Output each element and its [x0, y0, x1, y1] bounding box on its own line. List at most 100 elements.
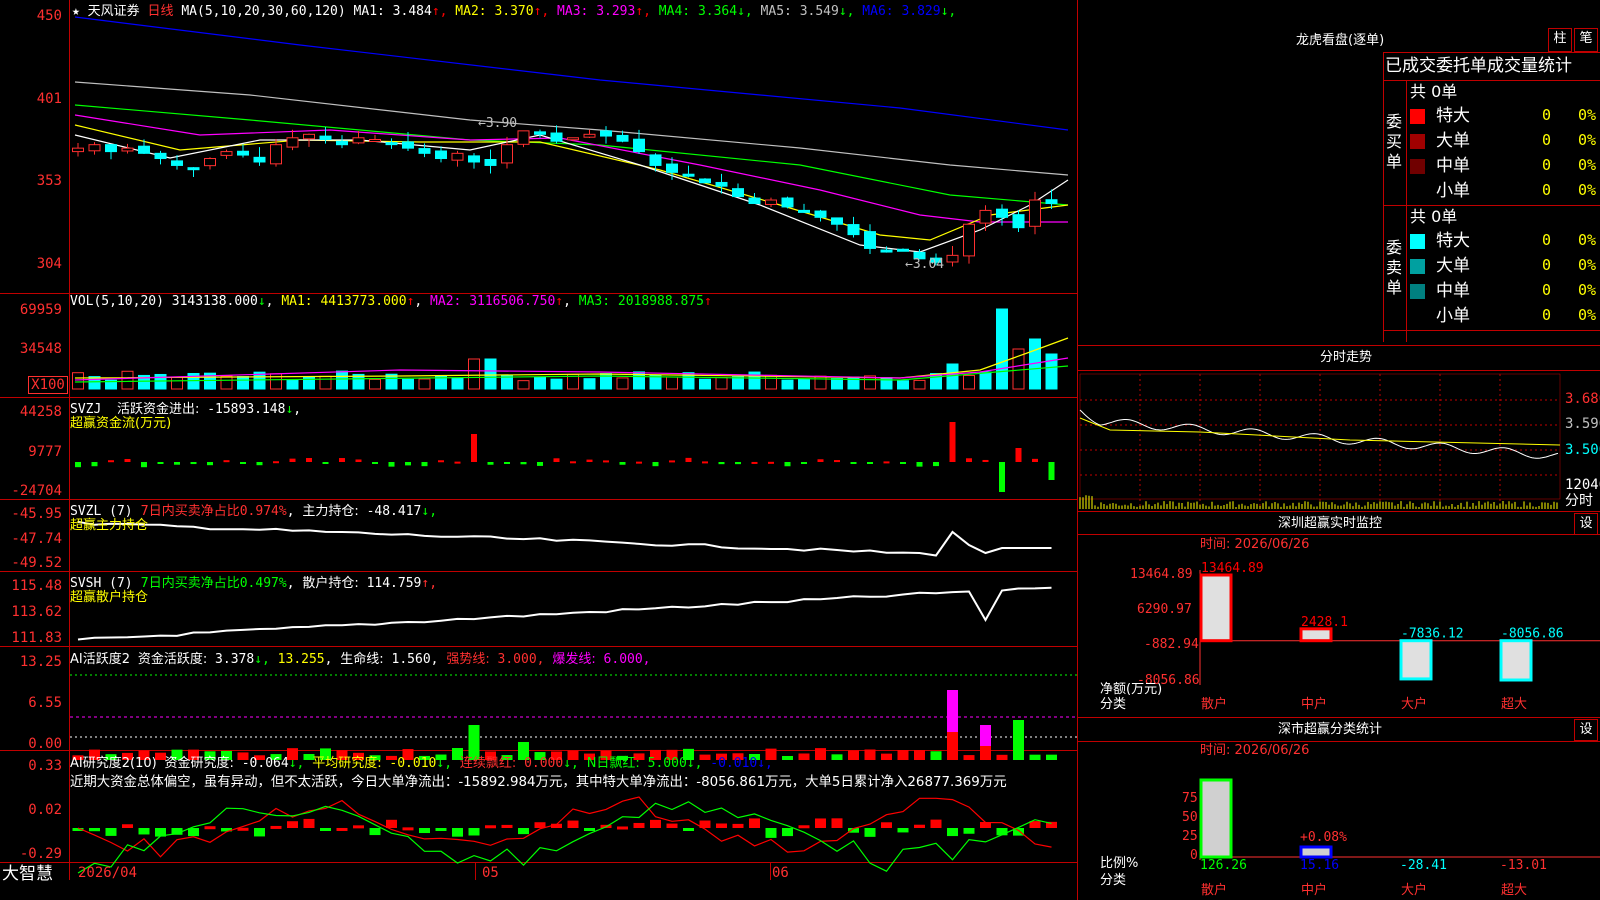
svzj-bar — [454, 461, 461, 464]
vol-bar — [781, 379, 794, 390]
vol-bar — [732, 376, 744, 390]
price-axis-401: 401 — [36, 91, 62, 107]
low-price-label: ←3.04 — [905, 257, 945, 272]
favorite-star-icon[interactable]: ★ — [72, 4, 80, 19]
vol-ma3: MA3: 2018988.875 — [578, 294, 704, 309]
svzl-subtitle: 超赢主力持仓 — [70, 518, 149, 533]
sell-name-1: 大单 — [1436, 256, 1470, 276]
svzj-axis-top: 44258 — [19, 404, 62, 420]
candle-body — [864, 231, 876, 249]
candle-body — [154, 152, 167, 160]
ai-research-bar — [386, 819, 397, 828]
vol-bar — [484, 358, 497, 390]
ma-params: MA(5,10,20,30,60,120) — [181, 4, 346, 19]
sell-side-label: 委卖单 — [1386, 238, 1403, 297]
candle-body — [682, 173, 695, 177]
ai-research-bar — [881, 822, 892, 828]
stock-name[interactable]: 天风证券 — [88, 4, 140, 19]
vol-ma2: MA2: 3116506.750 — [430, 294, 556, 309]
buy-count-2: 0 — [1542, 156, 1552, 174]
buy-name-1: 大单 — [1436, 131, 1470, 151]
buy-pct-2: 0% — [1578, 156, 1597, 174]
candle-body — [781, 197, 794, 208]
buy-count-3: 0 — [1542, 181, 1552, 199]
svzj-bar — [273, 461, 279, 464]
svsh-axis-mid: 113.62 — [11, 604, 62, 620]
sz-bar-label-1: 2428.1 — [1301, 615, 1348, 630]
ai-research-bar — [452, 828, 463, 837]
dragon-tabs[interactable]: 已成交委托单成交量统计 — [1385, 56, 1572, 76]
svzj-bar — [883, 461, 890, 464]
ma-values: MA1: 3.484↑, MA2: 3.370↑, MA3: 3.293↑, M… — [354, 4, 957, 19]
vol-bar — [666, 376, 678, 390]
sell-swatch-3 — [1410, 309, 1425, 324]
svzj-subtitle: 超赢资金流(万元) — [70, 416, 172, 431]
ai-research-bar — [287, 821, 298, 828]
candle-body — [979, 209, 992, 224]
candle-body — [171, 160, 183, 166]
buy-count-0: 0 — [1542, 106, 1552, 124]
szc-val-3: -13.01 — [1500, 858, 1547, 873]
column-view-button[interactable]: 柱 — [1548, 28, 1572, 52]
ma-value-4: MA4: 3.364 — [650, 4, 738, 19]
candle-body — [699, 178, 711, 184]
candle-body — [187, 167, 200, 171]
svzj-bar — [91, 462, 98, 467]
sz-bar-0 — [1199, 573, 1233, 643]
ai-research-line2 — [77, 801, 1052, 874]
intraday-bottom-label: 分时 — [1565, 493, 1593, 509]
vol-bar — [369, 378, 381, 390]
candle-body — [880, 249, 893, 253]
ma-value-1: MA1: 3.484 — [353, 4, 432, 19]
ma-arrow-6: ↓, — [940, 4, 957, 19]
candle-body — [237, 150, 249, 156]
svzl-axis-top: -45.95 — [11, 506, 62, 522]
tick-view-button[interactable]: 笔 — [1574, 28, 1598, 52]
ai-research-bar — [650, 819, 661, 828]
ai-research-bar — [930, 819, 942, 828]
ai-research-bar — [402, 827, 414, 831]
ma-value-2: MA2: 3.370 — [447, 4, 534, 19]
candle-body — [666, 163, 678, 173]
svzj-bar — [553, 458, 560, 462]
ai-active-bar — [815, 748, 826, 760]
intraday-title: 分时走势 — [1320, 350, 1373, 365]
ai-active-bar — [864, 749, 876, 760]
ai-research-bar — [716, 823, 727, 828]
candle-body — [600, 130, 612, 137]
svzj-bar — [108, 460, 114, 463]
vol-params: VOL(5,10,20) — [70, 294, 164, 309]
ai-research-bar — [419, 828, 430, 834]
ma3-line — [74, 114, 1068, 223]
candle-body — [121, 147, 134, 152]
ai-active-axis-mid: 6.55 — [28, 695, 62, 711]
svzj-bar — [322, 462, 329, 464]
candle-body — [633, 138, 645, 153]
dragon-title: 龙虎看盘(逐单) — [1296, 33, 1385, 48]
svzj-bar — [1048, 462, 1055, 480]
ma2-line — [74, 124, 1069, 241]
candle-body — [798, 209, 810, 213]
period-label[interactable]: 日线 — [148, 4, 174, 19]
ai-research-bar — [633, 822, 645, 828]
szc-cat-3: 超大 — [1501, 883, 1528, 898]
candle-body — [402, 141, 414, 149]
ai-research-axis-mid: 0.02 — [28, 802, 62, 818]
brand-logo[interactable]: 大智慧 — [2, 864, 53, 884]
intraday-axis-mid: 3.590 — [1565, 416, 1600, 432]
ma-value-6: MA6: 3.829 — [854, 4, 941, 19]
sz-monitor-time: 时间: 2026/06/26 — [1200, 537, 1310, 552]
svzj-bar — [669, 460, 675, 463]
intraday-price — [1079, 409, 1559, 459]
sz-monitor-settings-button[interactable]: 设 — [1574, 513, 1598, 535]
sz-class-settings-button[interactable]: 设 — [1574, 719, 1598, 741]
svsh-axis-top: 115.48 — [11, 578, 62, 594]
sell-name-0: 特大 — [1436, 231, 1470, 251]
ai-active-bar — [914, 750, 925, 760]
svzj-bar — [801, 462, 807, 464]
sz-axis-2: -882.94 — [1144, 637, 1199, 652]
szc-val-0: 126.26 — [1200, 858, 1247, 873]
ai-research-bar — [485, 825, 496, 829]
svzj-bar — [834, 460, 840, 463]
buy-name-0: 特大 — [1436, 106, 1470, 126]
